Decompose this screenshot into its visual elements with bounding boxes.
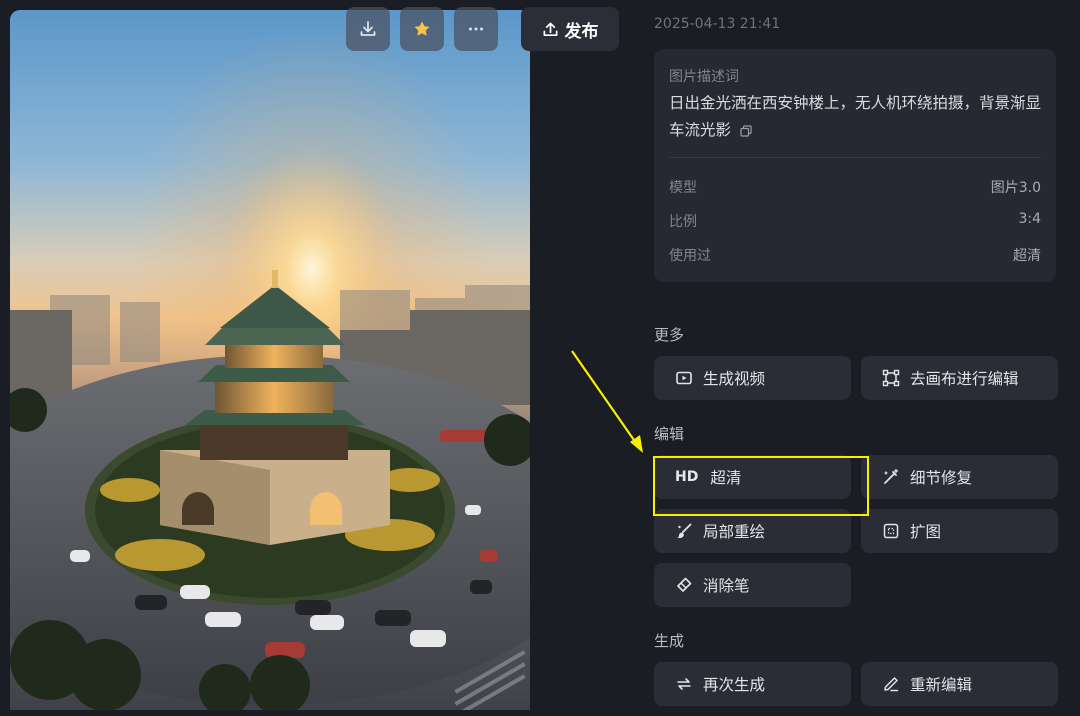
generate-video-label: 生成视频 bbox=[703, 370, 766, 388]
description-text: 日出金光洒在西安钟楼上，无人机环绕拍摄，背景渐显车流光影 bbox=[669, 90, 1044, 144]
edit-on-canvas-label: 去画布进行编辑 bbox=[910, 370, 1019, 388]
eraser-label: 消除笔 bbox=[703, 577, 750, 595]
expand-icon bbox=[882, 522, 900, 540]
upscale-hd-label: 超清 bbox=[710, 469, 742, 487]
more-icon bbox=[469, 27, 483, 31]
meta-row-ratio: 比例 3:4 bbox=[669, 211, 1041, 233]
meta-value: 3:4 bbox=[1018, 211, 1041, 227]
star-icon bbox=[414, 21, 430, 36]
timestamp: 2025-04-13 21:41 bbox=[654, 16, 781, 32]
meta-value: 图片3.0 bbox=[990, 180, 1041, 196]
generated-image[interactable] bbox=[10, 10, 530, 716]
copy-icon[interactable] bbox=[740, 124, 752, 137]
section-title-generate: 生成 bbox=[654, 632, 685, 650]
info-card: 图片描述词 日出金光洒在西安钟楼上，无人机环绕拍摄，背景渐显车流光影 模型 图片… bbox=[654, 49, 1056, 282]
meta-value: 超清 bbox=[1013, 248, 1041, 264]
generate-video-button[interactable]: 生成视频 bbox=[654, 356, 851, 400]
eraser-icon bbox=[675, 576, 693, 594]
description-label: 图片描述词 bbox=[669, 69, 739, 85]
section-title-more: 更多 bbox=[654, 326, 685, 344]
publish-button[interactable]: 发布 bbox=[521, 7, 619, 51]
meta-key: 模型 bbox=[669, 180, 697, 196]
meta-key: 使用过 bbox=[669, 248, 711, 264]
annotation-arrow bbox=[571, 350, 643, 453]
brush-icon bbox=[675, 522, 693, 540]
meta-row-used: 使用过 超清 bbox=[669, 245, 1041, 267]
regenerate-label: 再次生成 bbox=[703, 676, 766, 694]
pencil-icon bbox=[882, 675, 900, 693]
more-button[interactable] bbox=[454, 7, 498, 51]
magic-wand-icon bbox=[882, 468, 900, 486]
publish-label: 发布 bbox=[564, 21, 599, 42]
canvas-icon bbox=[882, 369, 900, 387]
re-edit-button[interactable]: 重新编辑 bbox=[861, 662, 1058, 706]
detail-repair-button[interactable]: 细节修复 bbox=[861, 455, 1058, 499]
inpaint-button[interactable]: 局部重绘 bbox=[654, 509, 851, 553]
upscale-hd-button[interactable]: HD 超清 bbox=[654, 455, 851, 499]
eraser-button[interactable]: 消除笔 bbox=[654, 563, 851, 607]
meta-row-model: 模型 图片3.0 bbox=[669, 177, 1041, 199]
video-icon bbox=[675, 369, 693, 387]
re-edit-label: 重新编辑 bbox=[910, 676, 973, 694]
hd-icon: HD bbox=[675, 469, 699, 485]
download-button[interactable] bbox=[346, 7, 390, 51]
detail-repair-label: 细节修复 bbox=[910, 469, 973, 487]
card-divider bbox=[669, 157, 1041, 158]
meta-key: 比例 bbox=[669, 214, 697, 230]
download-icon bbox=[360, 21, 376, 36]
favorite-button[interactable] bbox=[400, 7, 444, 51]
outpaint-label: 扩图 bbox=[910, 523, 942, 541]
inpaint-label: 局部重绘 bbox=[703, 523, 766, 541]
outpaint-button[interactable]: 扩图 bbox=[861, 509, 1058, 553]
description-value: 日出金光洒在西安钟楼上，无人机环绕拍摄，背景渐显车流光影 bbox=[669, 94, 1042, 139]
upload-icon bbox=[543, 22, 557, 36]
regenerate-button[interactable]: 再次生成 bbox=[654, 662, 851, 706]
regenerate-icon bbox=[675, 675, 693, 693]
edit-on-canvas-button[interactable]: 去画布进行编辑 bbox=[861, 356, 1058, 400]
